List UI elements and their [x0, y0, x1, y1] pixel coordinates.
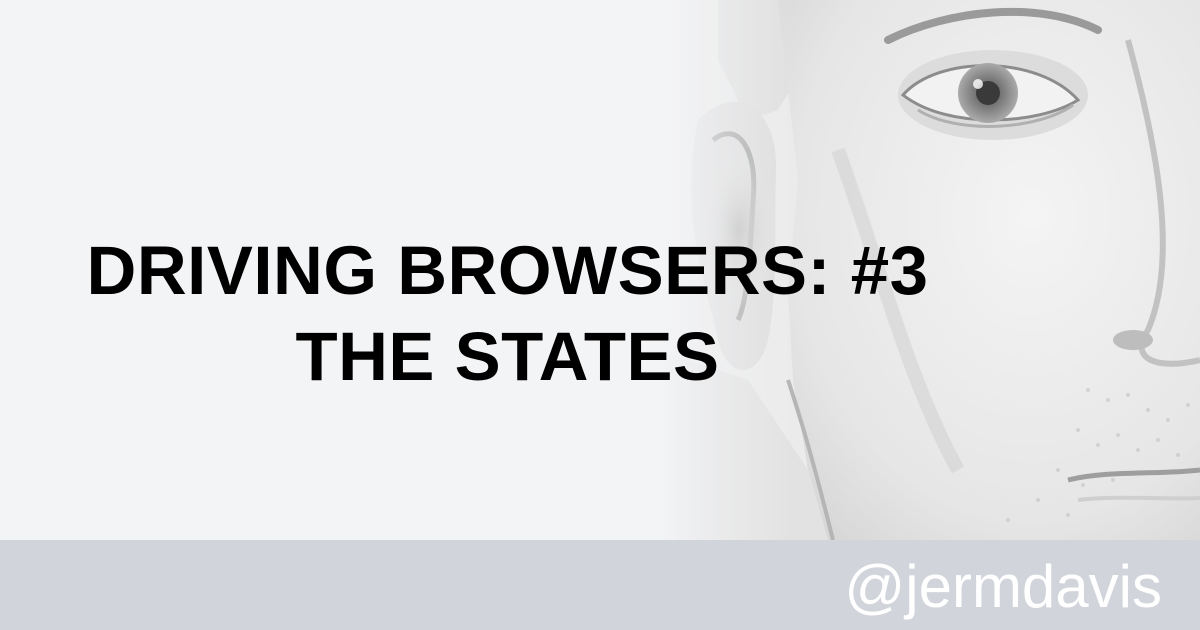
hero-area: DRIVING BROWSERS: #3 THE STATES: [0, 0, 1200, 540]
social-card: DRIVING BROWSERS: #3 THE STATES @jermdav…: [0, 0, 1200, 630]
author-handle: @jermdavis: [844, 553, 1162, 620]
post-title: DRIVING BROWSERS: #3 THE STATES: [0, 228, 1015, 400]
post-title-line-1: DRIVING BROWSERS: #3: [86, 232, 929, 309]
footer-band: @jermdavis: [0, 540, 1200, 630]
post-title-line-2: THE STATES: [295, 318, 720, 395]
